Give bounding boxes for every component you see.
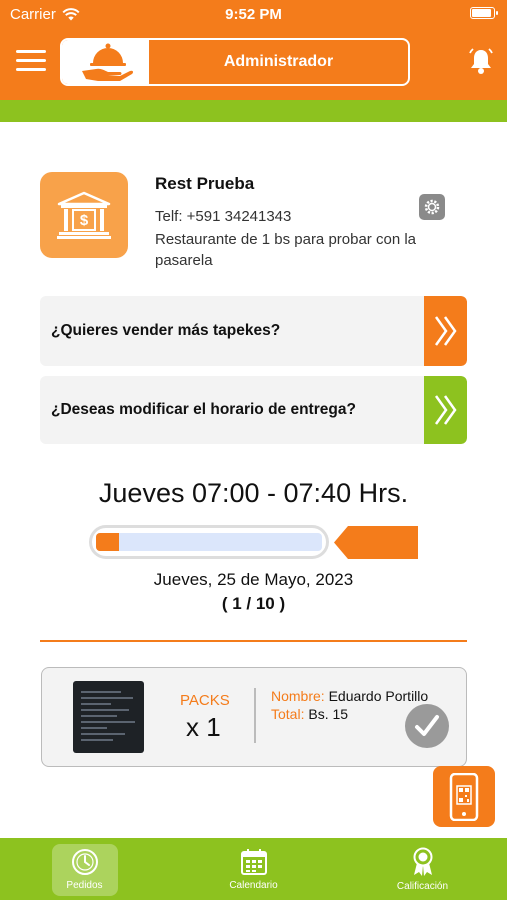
phone-qr-icon xyxy=(449,772,479,821)
customer-name: Nombre: Eduardo Portillo xyxy=(271,688,428,704)
sell-more-arrow xyxy=(424,296,467,366)
status-bar: Carrier 9:52 PM xyxy=(0,0,507,28)
battery-icon xyxy=(470,7,498,19)
order-thumbnail xyxy=(73,681,144,753)
card-separator xyxy=(254,688,256,743)
clock-icon xyxy=(71,848,98,875)
qr-scan-button[interactable] xyxy=(433,766,495,827)
bank-building-icon: $ xyxy=(57,191,111,239)
bell-icon[interactable] xyxy=(467,47,495,75)
restaurant-avatar: $ xyxy=(40,172,128,258)
nav-label-pedidos: Pedidos xyxy=(66,879,103,891)
customer-name-value: Eduardo Portillo xyxy=(328,688,429,704)
checkmark-icon xyxy=(415,715,439,736)
award-icon xyxy=(413,847,432,876)
restaurant-phone: Telf: +591 34241343 xyxy=(155,208,292,225)
progress-track xyxy=(96,533,322,551)
progress-fill xyxy=(96,533,119,551)
logo xyxy=(62,40,149,84)
admin-header-box: Administrador xyxy=(60,38,410,86)
schedule-date: Jueves, 25 de Mayo, 2023 xyxy=(153,570,354,589)
schedule-title: Jueves 07:00 - 07:40 Hrs. xyxy=(98,478,409,508)
sell-more-label: ¿Quieres vender más tapekes? xyxy=(51,322,281,339)
modify-schedule-arrow xyxy=(424,376,467,444)
bottom-navigation: Pedidos Calendario Calificación xyxy=(0,838,507,900)
settings-button[interactable] xyxy=(419,194,445,220)
packs-quantity: x 1 xyxy=(186,712,221,742)
nav-label-calificacion: Calificación xyxy=(396,880,449,892)
calendar-icon xyxy=(240,848,267,875)
order-card[interactable]: PACKS x 1 Nombre: Eduardo Portillo Total… xyxy=(41,667,467,767)
customer-name-key: Nombre: xyxy=(271,688,325,704)
header-accent-band xyxy=(0,100,507,122)
app-header: Carrier 9:52 PM Administrador xyxy=(0,0,507,100)
sell-more-link[interactable]: ¿Quieres vender más tapekes? xyxy=(40,296,467,366)
progress-pointer-tag xyxy=(334,526,418,559)
confirm-order-button[interactable] xyxy=(405,704,449,748)
menu-button[interactable] xyxy=(16,50,46,74)
orders-progress-bar xyxy=(89,525,329,559)
order-total-value: Bs. 15 xyxy=(308,706,349,722)
serving-hand-icon xyxy=(81,43,133,81)
packs-label: PACKS xyxy=(180,692,230,709)
double-chevron-right-icon xyxy=(434,316,457,346)
status-time: 9:52 PM xyxy=(225,6,282,23)
section-divider xyxy=(40,640,467,642)
gear-icon xyxy=(424,199,440,215)
modify-schedule-label: ¿Deseas modificar el horario de entrega? xyxy=(51,401,356,418)
order-total: Total: Bs. 15 xyxy=(271,706,348,722)
order-count: ( 1 / 10 ) xyxy=(221,594,286,613)
restaurant-name: Rest Prueba xyxy=(155,174,255,193)
order-total-key: Total: xyxy=(271,706,305,722)
nav-tab-calificacion[interactable]: Calificación xyxy=(338,838,507,900)
nav-tab-calendario[interactable]: Calendario xyxy=(169,838,338,900)
restaurant-description: Restaurante de 1 bs para probar con la p… xyxy=(155,231,416,269)
double-chevron-right-icon xyxy=(434,395,457,425)
svg-text:$: $ xyxy=(80,212,89,229)
modify-schedule-link[interactable]: ¿Deseas modificar el horario de entrega? xyxy=(40,376,467,444)
page-title: Administrador xyxy=(223,53,334,70)
nav-tab-pedidos[interactable]: Pedidos xyxy=(0,838,169,900)
app-screen: Carrier 9:52 PM Administrador $ Rest Pru… xyxy=(0,0,507,900)
nav-label-calendario: Calendario xyxy=(229,879,278,891)
